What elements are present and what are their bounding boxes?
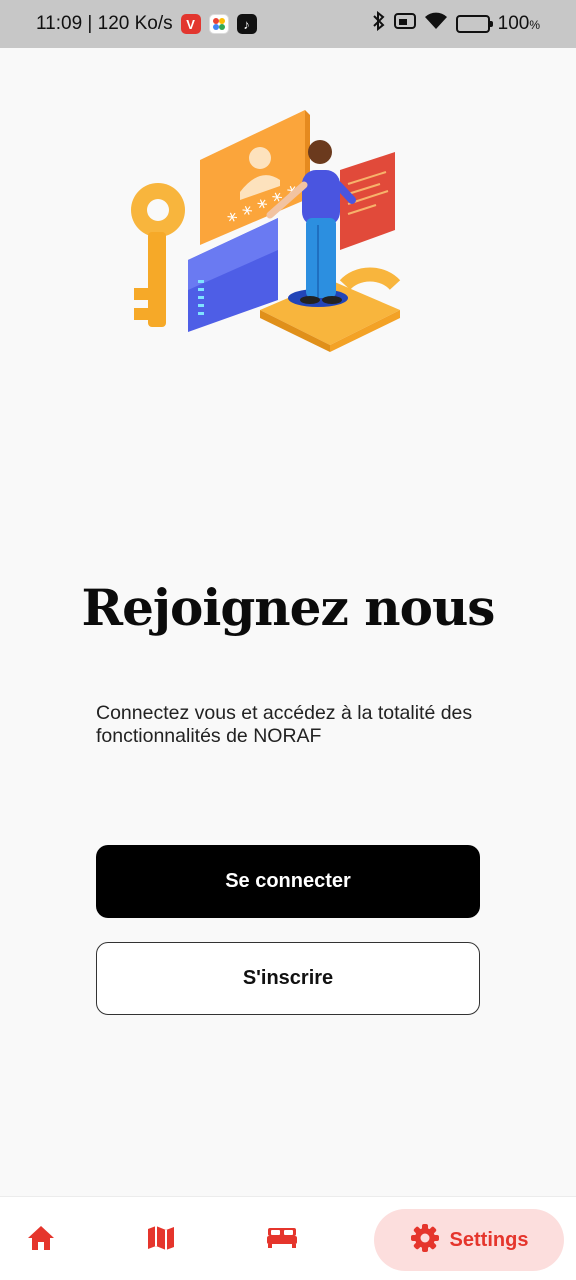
wifi-icon <box>424 12 448 36</box>
battery-label: 100% <box>497 13 540 34</box>
battery-icon <box>455 15 493 33</box>
key-icon <box>131 183 185 327</box>
nav-bed[interactable] <box>253 1209 311 1271</box>
map-icon <box>146 1224 176 1257</box>
gear-icon <box>410 1223 440 1258</box>
page-subtitle: Connectez vous et accédez à la totalité … <box>96 702 473 747</box>
nav-home[interactable] <box>12 1209 70 1271</box>
status-time: 11:09 | 120 Ko/s <box>36 13 173 34</box>
home-icon <box>26 1224 56 1257</box>
bed-icon <box>266 1226 298 1255</box>
sim-icon <box>393 12 416 36</box>
nav-settings-label: Settings <box>449 1228 529 1251</box>
nav-map[interactable] <box>132 1209 190 1271</box>
security-illustration: * * * * * <box>120 100 410 360</box>
signup-button[interactable]: S'inscrire <box>96 942 480 1015</box>
bluetooth-icon <box>372 10 386 37</box>
status-left: 11:09 | 120 Ko/s V ♪ <box>36 13 257 35</box>
bottom-nav: Settings <box>0 1196 576 1280</box>
status-bar: 11:09 | 120 Ko/s V ♪ 100% <box>0 0 576 48</box>
vivaldi-icon: V <box>180 14 201 34</box>
status-right: 100% <box>372 10 540 37</box>
nav-settings[interactable]: Settings <box>374 1209 564 1271</box>
tiktok-icon: ♪ <box>236 14 257 34</box>
login-button[interactable]: Se connecter <box>96 845 480 918</box>
google-photos-icon <box>208 14 229 34</box>
password-card: * * * * * <box>200 110 310 245</box>
page-title: Rejoignez nous <box>81 578 496 637</box>
